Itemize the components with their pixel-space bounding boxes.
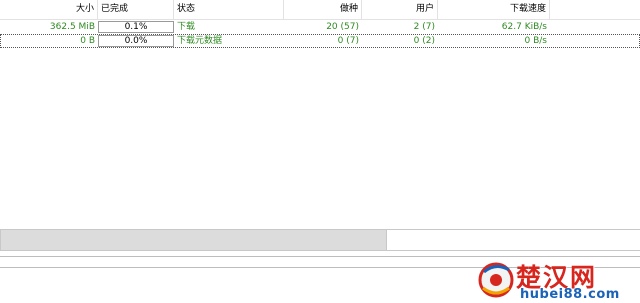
cell-size: 362.5 MiB	[49, 22, 95, 32]
progress-text: 0.0%	[124, 36, 148, 46]
table-row[interactable]: 362.5 MiB 0.1% 下载 20 (57) 2 (7) 62.7 KiB…	[0, 20, 640, 34]
watermark-logo-icon	[478, 262, 514, 298]
column-header-down-speed[interactable]: 下载速度	[438, 0, 550, 19]
column-header-done[interactable]: 已完成	[98, 0, 174, 19]
column-header-seeds[interactable]: 做种	[284, 0, 362, 19]
cell-seeds: 0 (7)	[337, 36, 359, 46]
cell-status: 下载元数据	[177, 36, 223, 46]
column-header-peers[interactable]: 用户	[362, 0, 438, 19]
column-header-size[interactable]: 大小	[0, 0, 98, 19]
cell-status: 下载	[177, 22, 196, 32]
watermark-url: hubei88.com	[520, 287, 620, 302]
table-row[interactable]: 0 B 0.0% 下载元数据 0 (7) 0 (2) 0 B/s	[0, 34, 640, 48]
status-panel-right	[387, 229, 640, 251]
progress-bar: 0.0%	[98, 35, 174, 47]
cell-seeds: 20 (57)	[326, 22, 359, 32]
column-header-status[interactable]: 状态	[174, 0, 284, 19]
cell-down-speed: 62.7 KiB/s	[501, 22, 547, 32]
status-panel-left	[0, 229, 387, 251]
cell-peers: 0 (2)	[413, 36, 435, 46]
watermark: 楚汉网 hubei88.com	[476, 256, 640, 303]
torrent-list-header: 大小 已完成 状态 做种 用户 下载速度	[0, 0, 640, 20]
cell-down-speed: 0 B/s	[524, 36, 547, 46]
progress-text: 0.1%	[124, 22, 148, 32]
progress-bar: 0.1%	[98, 21, 174, 33]
cell-peers: 2 (7)	[413, 22, 435, 32]
cell-size: 0 B	[80, 36, 95, 46]
